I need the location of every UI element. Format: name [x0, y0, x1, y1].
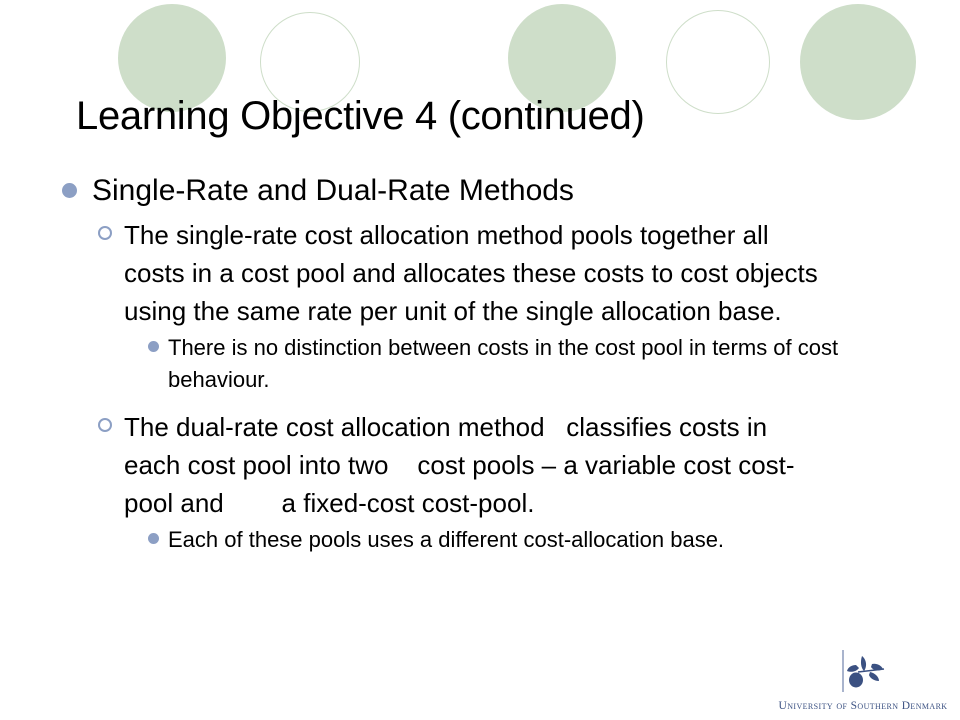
bullet-ring-icon [98, 418, 112, 432]
bullet-item-level-2: The single-rate cost allocation method p… [0, 216, 960, 330]
bullet-text: The dual-rate cost allocation method cla… [124, 412, 795, 518]
bullet-item-level-3: Each of these pools uses a different cos… [0, 524, 960, 556]
bullet-text: Each of these pools uses a different cos… [168, 527, 725, 552]
branch-leaves-icon [834, 650, 896, 692]
bullet-ring-icon [98, 226, 112, 240]
bullet-dot-small-icon [148, 533, 159, 544]
bullet-text: There is no distinction between costs in… [168, 335, 845, 392]
logo-organization-name: University of Southern Denmark [778, 700, 948, 712]
bullet-text: The single-rate cost allocation method p… [124, 220, 825, 326]
slide-body: Single-Rate and Dual-Rate Methods The sin… [0, 172, 960, 558]
bullet-marker [62, 172, 92, 198]
bullet-marker [98, 408, 124, 432]
bullet-dot-small-icon [148, 341, 159, 352]
bullet-item-level-1: Single-Rate and Dual-Rate Methods [0, 172, 960, 210]
bullet-marker [98, 216, 124, 240]
bullet-item-level-2: The dual-rate cost allocation method cla… [0, 408, 960, 522]
bullet-item-level-3: There is no distinction between costs in… [0, 332, 960, 396]
page-title: Learning Objective 4 (continued) [76, 94, 645, 138]
bullet-marker [148, 524, 168, 544]
bullet-dot-icon [62, 183, 77, 198]
university-logo: University of Southern Denmark [772, 650, 954, 712]
bullet-marker [148, 332, 168, 352]
bullet-text: Single-Rate and Dual-Rate Methods [92, 174, 574, 207]
